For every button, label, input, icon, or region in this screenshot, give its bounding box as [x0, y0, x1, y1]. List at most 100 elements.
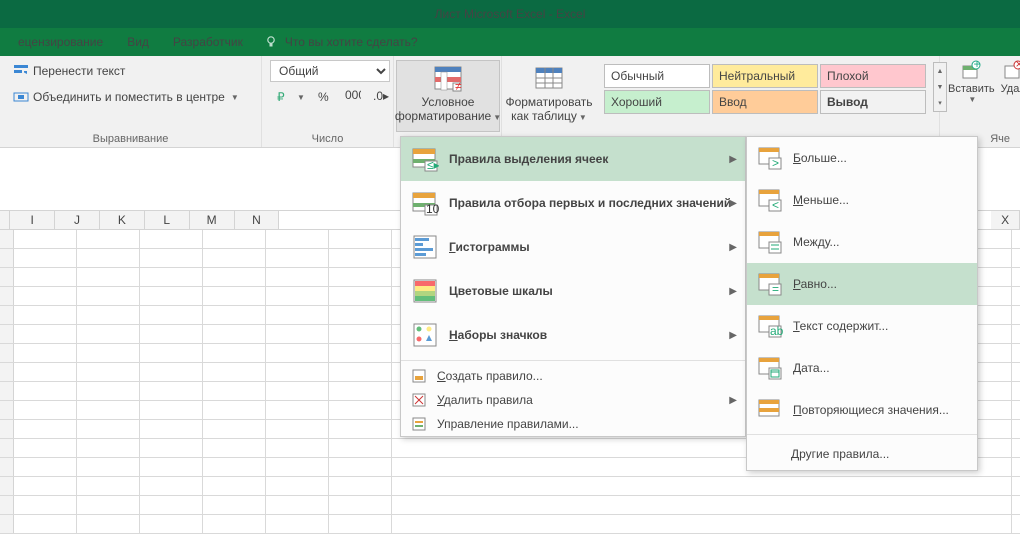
svg-text:₽: ₽ [277, 90, 285, 104]
databars-icon [411, 233, 439, 261]
col-header[interactable]: L [145, 211, 190, 229]
new-rule-icon [411, 368, 427, 384]
style-good[interactable]: Хороший [604, 90, 710, 114]
less-icon: < [757, 187, 783, 213]
inc-decimal-icon: .0▸ [373, 89, 389, 105]
svg-text:000: 000 [345, 89, 361, 102]
group-cells: + Вставить▼ × Удал Яче [940, 56, 1020, 147]
duplicate-icon [757, 397, 783, 423]
menu-clear-rules[interactable]: Удалить правила ▶ [401, 388, 745, 412]
col-header[interactable]: M [190, 211, 235, 229]
cf-menu: ≤▸ Правила выделения ячеек ▶ 10 Правила … [400, 136, 746, 437]
between-icon [757, 229, 783, 255]
merge-icon [13, 89, 29, 105]
ribbon-tabs: ецензирование Вид Разработчик Что вы хот… [0, 28, 1020, 56]
style-bad[interactable]: Плохой [820, 64, 926, 88]
submenu-between[interactable]: Между... [747, 221, 977, 263]
tab-developer[interactable]: Разработчик [161, 28, 255, 56]
svg-text:%: % [318, 90, 329, 104]
insert-button[interactable]: + Вставить▼ [948, 60, 995, 104]
group-label: Выравнивание [8, 133, 253, 147]
table-icon [533, 63, 565, 95]
conditional-formatting-button[interactable]: ≠ Условноеформатирование▼ [396, 60, 500, 132]
submenu-equal-to[interactable]: = Равно... [747, 263, 977, 305]
chevron-right-icon: ▶ [729, 154, 737, 165]
submenu-duplicate-values[interactable]: Повторяющиеся значения... [747, 389, 977, 431]
col-header[interactable]: J [55, 211, 100, 229]
window-title: Лист Microsoft Excel - Excel [0, 0, 1020, 28]
insert-icon: + [960, 60, 982, 82]
submenu-text-contains[interactable]: ab Текст содержит... [747, 305, 977, 347]
chevron-right-icon: ▶ [729, 242, 737, 253]
percent-button[interactable]: % [312, 86, 338, 108]
greater-icon: > [757, 145, 783, 171]
menu-new-rule[interactable]: Создать правило... [401, 364, 745, 388]
cf-icon: ≠ [432, 63, 464, 95]
group-number: Общий ₽▼ % 000 .0▸ ◂.0 Число [262, 56, 394, 147]
svg-text:=: = [772, 282, 779, 296]
date-icon [757, 355, 783, 381]
styles-gallery[interactable]: Обычный Нейтральный Плохой Хороший Ввод … [604, 62, 931, 114]
format-as-table-button[interactable]: Форматироватькак таблицу▼ [504, 60, 594, 132]
tell-me[interactable]: Что вы хотите сделать? [263, 34, 418, 50]
svg-text:×: × [1016, 60, 1020, 71]
svg-text:≤▸: ≤▸ [427, 158, 439, 172]
currency-icon: ₽ [275, 89, 291, 105]
svg-text:10: 10 [426, 202, 439, 216]
wrap-text-button[interactable]: Перенести текст [8, 60, 130, 82]
number-format-select[interactable]: Общий [270, 60, 390, 82]
submenu-less-than[interactable]: < Меньше... [747, 179, 977, 221]
delete-icon: × [1002, 60, 1020, 82]
tab-review[interactable]: ецензирование [6, 28, 115, 56]
menu-icon-sets[interactable]: Наборы значков ▶ [401, 313, 745, 357]
col-header[interactable]: X [991, 211, 1020, 229]
menu-top-bottom-rules[interactable]: 10 Правила отбора первых и последних зна… [401, 181, 745, 225]
svg-text:<: < [772, 198, 779, 212]
menu-manage-rules[interactable]: Управление правилами... [401, 412, 745, 436]
iconsets-icon [411, 321, 439, 349]
clear-rules-icon [411, 392, 427, 408]
menu-data-bars[interactable]: Гистограммы ▶ [401, 225, 745, 269]
chevron-right-icon: ▶ [729, 198, 737, 209]
text-contains-icon: ab [757, 313, 783, 339]
style-output[interactable]: Вывод [820, 90, 926, 114]
group-cf: ≠ Условноеформатирование▼ [394, 56, 502, 147]
merge-center-button[interactable]: Объединить и поместить в центре ▼ [8, 86, 244, 108]
menu-highlight-rules[interactable]: ≤▸ Правила выделения ячеек ▶ [401, 137, 745, 181]
col-header[interactable]: K [100, 211, 145, 229]
style-neutral[interactable]: Нейтральный [712, 64, 818, 88]
equal-icon: = [757, 271, 783, 297]
menu-color-scales[interactable]: Цветовые шкалы ▶ [401, 269, 745, 313]
manage-rules-icon [411, 416, 427, 432]
accounting-button[interactable]: ₽▼ [270, 86, 310, 108]
style-input[interactable]: Ввод [712, 90, 818, 114]
chevron-right-icon: ▶ [729, 286, 737, 297]
submenu-greater-than[interactable]: > Больше... [747, 137, 977, 179]
highlight-icon: ≤▸ [411, 145, 439, 173]
chevron-right-icon: ▶ [729, 395, 737, 406]
submenu-more-rules[interactable]: Другие правила... [747, 438, 977, 470]
chevron-down-icon: ▼ [231, 93, 239, 102]
svg-text:.0▸: .0▸ [373, 89, 389, 103]
ribbon: Перенести текст Объединить и поместить в… [0, 56, 1020, 148]
lightbulb-icon [263, 34, 279, 50]
inc-decimal-button[interactable]: .0▸ [368, 86, 394, 108]
comma-button[interactable]: 000 [340, 86, 366, 108]
style-normal[interactable]: Обычный [604, 64, 710, 88]
submenu-date-occurring[interactable]: Дата... [747, 347, 977, 389]
group-alignment: Перенести текст Объединить и поместить в… [0, 56, 262, 147]
percent-icon: % [317, 89, 333, 105]
tab-view[interactable]: Вид [115, 28, 161, 56]
chevron-right-icon: ▶ [729, 330, 737, 341]
title-text: Лист Microsoft Excel - Excel [435, 7, 586, 21]
highlight-submenu: > Больше... < Меньше... Между... = Равно… [746, 136, 978, 471]
col-header[interactable]: I [10, 211, 55, 229]
colorscales-icon [411, 277, 439, 305]
svg-text:≠: ≠ [455, 79, 462, 93]
svg-text:ab: ab [770, 324, 783, 338]
col-header[interactable]: N [235, 211, 280, 229]
svg-text:>: > [772, 156, 779, 170]
group-label: Число [270, 133, 385, 147]
delete-button[interactable]: × Удал [1001, 60, 1020, 104]
top-bottom-icon: 10 [411, 189, 439, 217]
